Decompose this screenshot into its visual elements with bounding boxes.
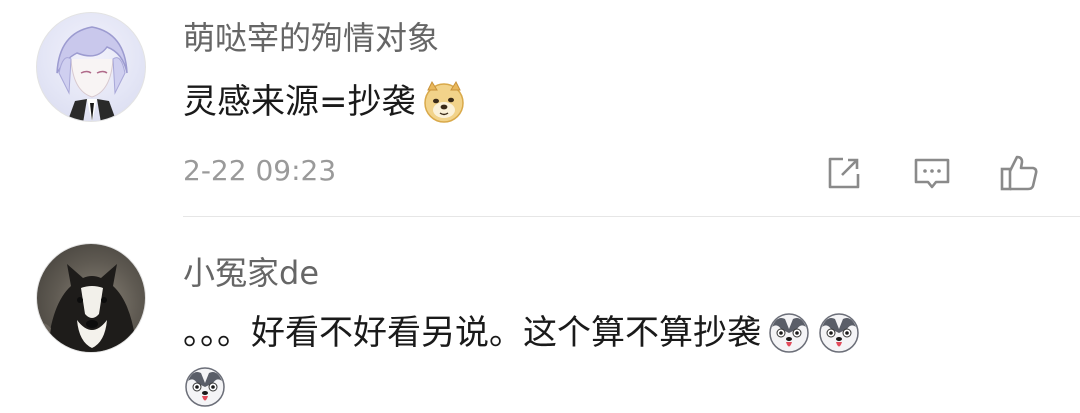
husky-emoji xyxy=(183,365,227,409)
avatar[interactable] xyxy=(36,243,146,353)
share-icon[interactable] xyxy=(822,151,866,195)
username[interactable]: 萌哒宰的殉情对象 xyxy=(183,22,439,54)
username[interactable]: 小冤家de xyxy=(183,257,319,289)
like-icon[interactable] xyxy=(997,151,1041,195)
comment-text: 。。。好看不好看另说。这个算不算抄袭 xyxy=(183,313,761,353)
avatar[interactable] xyxy=(36,12,146,122)
husky-emoji xyxy=(767,311,811,355)
doge-emoji xyxy=(422,80,466,124)
comment-item: 萌哒宰的殉情对象 灵感来源=抄袭 2-22 09:23 xyxy=(0,0,1080,216)
comment-text-row xyxy=(183,365,227,409)
comment-text-row: 灵感来源=抄袭 xyxy=(183,80,466,124)
comment-item: 小冤家de 。。。好看不好看另说。这个算不算抄袭 xyxy=(0,217,1080,409)
comment-text: 灵感来源=抄袭 xyxy=(183,82,416,122)
comment-text-row: 。。。好看不好看另说。这个算不算抄袭 xyxy=(183,311,861,355)
comment-icon[interactable] xyxy=(910,151,954,195)
husky-emoji xyxy=(817,311,861,355)
timestamp: 2-22 09:23 xyxy=(183,154,337,187)
